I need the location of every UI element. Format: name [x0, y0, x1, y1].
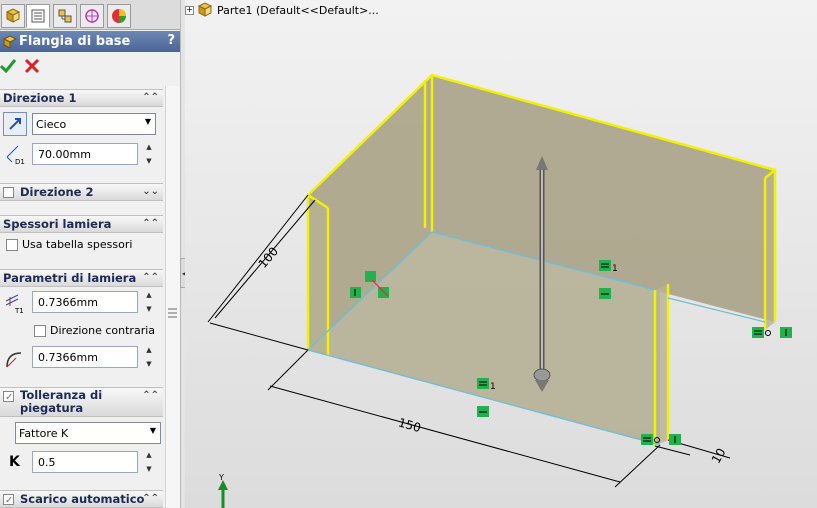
- checkbox-box: [6, 238, 18, 251]
- thickness-value: 0.7366mm: [38, 295, 98, 309]
- group-direction1-header[interactable]: Direzione 1 ⌃⌃: [0, 89, 163, 107]
- group-auto-relief-title: Scarico automatico: [20, 492, 145, 506]
- bend-radius-value: 0.7366mm: [38, 350, 98, 364]
- width-dimension[interactable]: 150: [397, 415, 423, 435]
- depth-spinner[interactable]: ▲ ▼: [143, 143, 155, 165]
- group-direction2-header[interactable]: Direzione 2 ⌄⌄: [0, 183, 163, 201]
- property-manager-panel: Flangia di base ? Direzione 1 ⌃⌃ Cieco ▼…: [0, 0, 181, 508]
- reverse-direction-button[interactable]: [3, 112, 27, 136]
- collapse-chevron-icon[interactable]: ⌃⌃: [142, 493, 159, 504]
- collapse-chevron-icon[interactable]: ⌃⌃: [142, 218, 159, 229]
- group-direction2-title: Direzione 2: [20, 185, 94, 199]
- dropdown-arrow-icon: ▼: [144, 117, 151, 126]
- property-manager-title: Flangia di base: [19, 34, 131, 49]
- group-bend-allowance-header[interactable]: Tolleranza di piegatura ⌃⌃: [0, 387, 163, 417]
- checkbox-box: [34, 324, 46, 337]
- dimxpert-tab[interactable]: [80, 4, 104, 28]
- display-manager-icon: [112, 9, 126, 23]
- group-sheet-gauges-header[interactable]: Spessori lamiera ⌃⌃: [0, 215, 163, 233]
- end-condition-value: Cieco: [36, 117, 67, 131]
- svg-text:D1: D1: [15, 158, 25, 165]
- use-gauge-table-label: Usa tabella spessori: [22, 238, 133, 251]
- svg-text:1: 1: [612, 264, 618, 274]
- configuration-manager-tab[interactable]: [53, 4, 77, 28]
- thickness-input[interactable]: 0.7366mm: [32, 291, 138, 313]
- end-condition-select[interactable]: Cieco ▼: [32, 113, 156, 135]
- bend-allowance-type-value: Fattore K: [19, 426, 69, 440]
- help-icon[interactable]: ?: [167, 33, 175, 48]
- use-gauge-table-checkbox[interactable]: Usa tabella spessori: [6, 238, 132, 251]
- group-sheet-gauges-title: Spessori lamiera: [3, 217, 112, 231]
- k-factor-input[interactable]: 0.5: [32, 451, 138, 473]
- solidworks-window: Flangia di base ? Direzione 1 ⌃⌃ Cieco ▼…: [0, 0, 817, 508]
- manager-tabstrip: [0, 0, 180, 30]
- group-sheet-params-header[interactable]: Parametri di lamiera ⌃⌃: [0, 269, 163, 287]
- panel-scrollbar[interactable]: [165, 86, 180, 508]
- direction2-checkbox[interactable]: [3, 186, 14, 198]
- k-factor-spinner[interactable]: ▲ ▼: [143, 451, 155, 473]
- front-left-flange[interactable]: [308, 195, 328, 355]
- ok-check-icon[interactable]: [0, 58, 16, 74]
- thickness-dimension[interactable]: 10: [709, 446, 729, 466]
- group-sheet-params-title: Parametri di lamiera: [3, 271, 137, 285]
- depth-dimension[interactable]: 100: [256, 244, 281, 271]
- bend-radius-icon: [6, 352, 22, 368]
- svg-text:Y: Y: [218, 473, 224, 482]
- svg-text:1: 1: [490, 382, 496, 392]
- thickness-t1-icon: T1: [5, 294, 24, 314]
- expand-chevron-icon[interactable]: ⌄⌄: [142, 186, 159, 197]
- bend-allowance-checkbox[interactable]: [3, 391, 14, 402]
- property-manager-title-bar: Flangia di base ?: [0, 31, 180, 52]
- bend-radius-input[interactable]: 0.7366mm: [32, 346, 138, 368]
- graphics-area[interactable]: + Parte1 (Default<<Default>... 100 150 1…: [185, 0, 817, 508]
- k-factor-value: 0.5: [38, 455, 56, 469]
- reverse-direction-icon: [9, 118, 21, 130]
- base-flange-icon: [3, 34, 17, 49]
- svg-text:T1: T1: [14, 307, 24, 314]
- auto-relief-checkbox[interactable]: [3, 493, 14, 505]
- dropdown-arrow-icon: ▼: [149, 426, 156, 435]
- k-factor-label: K: [9, 454, 20, 470]
- depth-value: 70.00mm: [38, 147, 91, 161]
- right-end-flange[interactable]: [765, 170, 775, 330]
- cancel-x-icon[interactable]: [24, 58, 40, 74]
- feature-manager-tab[interactable]: [1, 4, 25, 28]
- collapse-chevron-icon[interactable]: ⌃⌃: [142, 272, 159, 283]
- action-bar: [0, 54, 180, 80]
- reference-triad-icon: Y: [218, 473, 228, 508]
- dimxpert-icon: [85, 9, 99, 23]
- bend-radius-spinner[interactable]: ▲ ▼: [143, 346, 155, 368]
- display-manager-tab[interactable]: [107, 4, 131, 28]
- front-right-flange[interactable]: [655, 284, 668, 446]
- property-manager-tab[interactable]: [26, 4, 50, 28]
- collapse-chevron-icon[interactable]: ⌃⌃: [142, 390, 159, 401]
- depth-input[interactable]: 70.00mm: [32, 143, 138, 165]
- group-auto-relief-header[interactable]: Scarico automatico ⌃⌃: [0, 490, 163, 508]
- property-manager-icon: [31, 9, 45, 23]
- sheet-metal-model: 100 150 10 1 1 Y: [207, 73, 792, 508]
- group-direction1-title: Direzione 1: [3, 91, 77, 105]
- group-bend-allowance-title: Tolleranza di piegatura: [20, 388, 103, 415]
- reverse-direction-label: Direzione contraria: [50, 324, 156, 337]
- scrollbar-grip-icon[interactable]: [168, 306, 177, 320]
- thickness-spinner[interactable]: ▲ ▼: [143, 291, 155, 313]
- depth-d1-icon: D1: [6, 145, 25, 165]
- collapse-chevron-icon[interactable]: ⌃⌃: [142, 92, 159, 103]
- configuration-manager-icon: [58, 9, 72, 23]
- feature-manager-icon: [5, 8, 21, 23]
- bend-allowance-type-select[interactable]: Fattore K ▼: [15, 422, 161, 444]
- reverse-direction-checkbox[interactable]: Direzione contraria: [34, 324, 155, 337]
